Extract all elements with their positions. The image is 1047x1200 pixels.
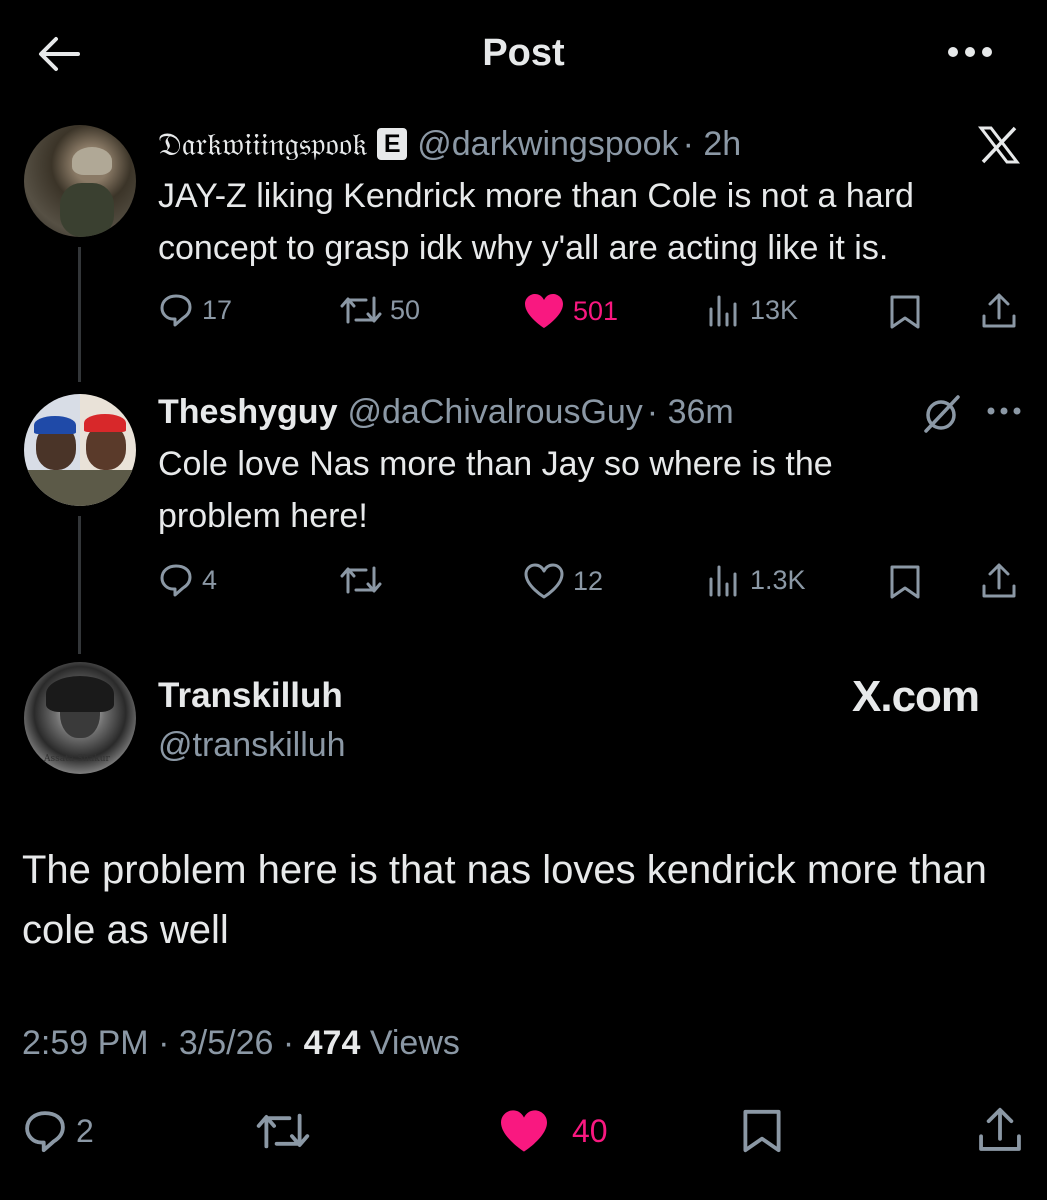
reply-count: 4 — [202, 564, 218, 595]
tweet-header: 𝔇𝔞𝔯𝔨𝔴𝔦𝔦𝔦𝔫𝔤𝔰𝔭𝔬𝔬𝔨 E @darkwingspook · 2h — [158, 122, 741, 166]
repost-button[interactable]: 50 — [340, 292, 420, 328]
timestamp: · 2h — [682, 124, 742, 163]
repost-icon — [340, 566, 382, 594]
post-time: 2:59 PM — [22, 1024, 149, 1062]
like-button[interactable]: 12 — [523, 562, 603, 600]
repost-button[interactable] — [256, 1108, 310, 1154]
share-button[interactable] — [980, 292, 1018, 330]
handle[interactable]: @darkwingspook — [417, 125, 678, 164]
share-button[interactable] — [980, 562, 1018, 600]
badge-icon: E — [377, 128, 408, 160]
avatar[interactable] — [24, 125, 136, 237]
share-icon — [982, 293, 1016, 328]
grok-icon[interactable] — [922, 394, 962, 434]
reply-button[interactable]: 4 — [158, 562, 217, 598]
bookmark-button[interactable] — [888, 294, 922, 330]
more-options-icon[interactable] — [946, 45, 994, 59]
tweet-text: The problem here is that nas loves kendr… — [22, 848, 987, 952]
more-options-icon[interactable] — [986, 406, 1022, 416]
bookmark-icon — [890, 295, 920, 329]
tweet-text: JAY-Z liking Kendrick more than Cole is … — [158, 177, 914, 267]
tweet-text: Cole love Nas more than Jay so where is … — [158, 445, 833, 535]
views-count: 1.3K — [750, 564, 806, 595]
share-icon — [979, 1107, 1021, 1151]
views-icon — [709, 295, 737, 327]
display-name[interactable]: Theshyguy — [158, 393, 337, 432]
x-com-watermark: X.com — [852, 672, 980, 721]
avatar[interactable] — [24, 394, 136, 506]
like-count: 12 — [573, 565, 604, 596]
bookmark-button[interactable] — [888, 564, 922, 600]
handle[interactable]: @transkilluh — [158, 726, 346, 765]
avatar[interactable]: Assata Shakur — [24, 662, 136, 774]
repost-button[interactable] — [340, 562, 390, 598]
tweet-header: Theshyguy @daChivalrousGuy · 36m — [158, 390, 734, 434]
heart-icon — [525, 294, 563, 328]
post-date: 3/5/26 — [178, 1024, 274, 1062]
share-button[interactable] — [976, 1106, 1024, 1154]
reply-button[interactable]: 17 — [158, 292, 232, 328]
reply-count: 2 — [76, 1112, 94, 1149]
reply-icon — [160, 564, 192, 597]
handle[interactable]: @daChivalrousGuy — [347, 393, 642, 432]
views-count: 13K — [750, 294, 799, 325]
views-count: 474 — [303, 1024, 361, 1062]
page-title: Post — [482, 32, 565, 74]
reply-button[interactable]: 2 — [22, 1108, 94, 1154]
display-name[interactable]: Transkilluh — [158, 676, 343, 716]
bookmark-icon — [743, 1109, 781, 1153]
bookmark-icon — [890, 565, 920, 599]
reply-icon — [25, 1111, 65, 1153]
thread-line — [78, 516, 81, 654]
like-count: 40 — [572, 1112, 608, 1149]
like-button[interactable]: 501 — [523, 292, 618, 330]
views-button[interactable]: 13K — [706, 292, 798, 328]
repost-icon — [340, 296, 382, 324]
reply-count: 17 — [202, 294, 233, 325]
thread-line — [78, 247, 81, 382]
views-icon — [709, 565, 737, 597]
views-button[interactable]: 1.3K — [706, 562, 806, 598]
heart-outline-icon — [524, 563, 564, 599]
like-count: 501 — [573, 295, 619, 326]
like-button[interactable]: 40 — [498, 1108, 608, 1154]
post-meta: 2:59 PM · 3/5/26 · 474 Views — [22, 1024, 460, 1062]
repost-icon — [256, 1113, 310, 1149]
share-icon — [982, 563, 1016, 598]
bookmark-button[interactable] — [740, 1108, 784, 1154]
views-label: Views — [369, 1024, 460, 1062]
x-logo-icon — [978, 126, 1020, 164]
display-name[interactable]: 𝔇𝔞𝔯𝔨𝔴𝔦𝔦𝔦𝔫𝔤𝔰𝔭𝔬𝔬𝔨 — [158, 125, 367, 164]
reply-icon — [160, 294, 192, 327]
repost-count: 50 — [390, 294, 421, 325]
timestamp: · 36m — [646, 392, 734, 431]
heart-icon — [501, 1110, 547, 1152]
avatar-caption: Assata Shakur — [44, 754, 110, 764]
